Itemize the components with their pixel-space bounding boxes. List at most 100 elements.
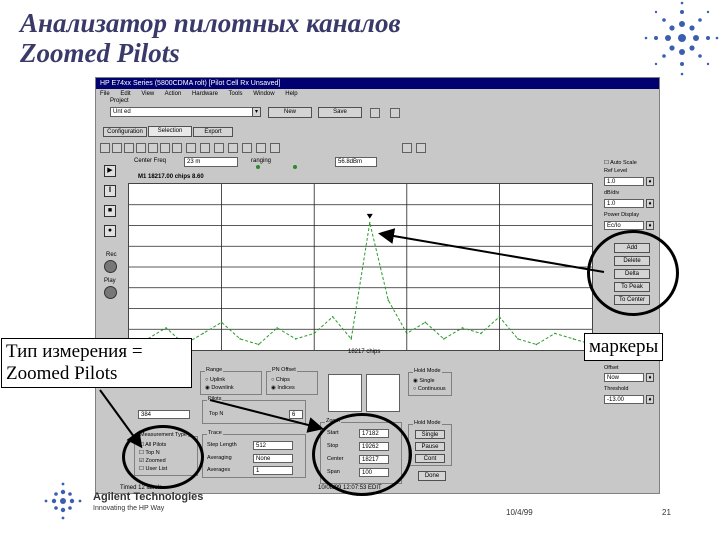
tab-configuration[interactable]: Configuration [103,127,147,137]
marker-readout: M1 18217.00 chips 8.60 [138,174,204,180]
pn-offset-group: PN Offset ○ Chips ◉ Indices [266,367,318,395]
db-div-stepper[interactable]: ♦ [646,199,654,208]
play-icon[interactable]: ▶ [104,165,116,177]
menu-edit[interactable]: Edit [120,91,130,97]
option-label: Chips [275,377,290,383]
threshold-stepper[interactable]: ♦ [646,395,654,404]
averaging-select[interactable]: None [253,454,293,463]
data-point [350,338,353,340]
toolbar-icon-11[interactable] [228,143,238,153]
save-button[interactable]: Save [318,107,362,118]
project-select[interactable]: Unt ed [110,107,260,117]
threshold-input[interactable]: -13.00 [604,395,644,404]
range-downlink-radio[interactable]: ◉ Downlink [205,385,234,391]
delete-icon[interactable] [390,108,400,118]
toolbar-icon-6[interactable] [160,143,170,153]
toolbar-icon-14[interactable] [270,143,280,153]
hold-pause-button[interactable]: Pause [415,442,445,451]
menu-view[interactable]: View [141,91,154,97]
play-knob[interactable] [104,286,117,299]
status-led-2 [293,165,297,169]
autoscale-checkbox[interactable]: ☐ Auto Scale [604,160,637,166]
trigger-title: Hold Mode [413,368,442,374]
toolbar-icon-12[interactable] [242,143,252,153]
pn-indices-radio[interactable]: ◉ Indices [271,385,295,391]
menu-help[interactable]: Help [285,91,297,97]
toolbar-icon-7[interactable] [172,143,182,153]
data-point [202,332,204,335]
step-length-input[interactable]: 512 [253,441,293,450]
toolbar-icon-13[interactable] [256,143,266,153]
measurement-callout-line-2: Zoomed Pilots [6,363,118,384]
pn-offset-title: PN Offset [271,367,297,373]
toolbar-icon-5[interactable] [148,143,158,153]
data-point [572,338,575,340]
ref-level-label: Ref Level [604,168,628,174]
data-point [424,321,427,324]
data-point [554,332,556,335]
trigger-single-radio[interactable]: ◉ Single [413,378,435,384]
toolbar-icon-15[interactable] [402,143,412,153]
data-point [498,316,501,318]
ref-level-input[interactable]: 1.0 [604,177,644,186]
power-display-select[interactable]: Ec/Io [604,221,644,230]
range-uplink-radio[interactable]: ○ Uplink [205,377,225,383]
toolbar-icon-1[interactable] [100,143,110,153]
tab-export[interactable]: Export [193,127,233,137]
project-label: Project [110,98,129,104]
top-n-input[interactable]: 6 [289,410,303,419]
threshold-label: Threshold [604,386,629,392]
measurement-type-callout: Тип измерения = Zoomed Pilots [1,338,192,388]
db-div-input[interactable]: 1.0 [604,199,644,208]
toolbar-icon-8[interactable] [186,143,196,153]
measurement-callout-line-1: Тип измерения = [6,341,143,362]
project-dropdown-button[interactable]: ▾ [252,107,261,117]
menu-action[interactable]: Action [165,91,182,97]
rec-knob[interactable] [104,260,117,273]
tab-selection[interactable]: Selection [148,126,192,137]
globe-icon[interactable] [200,143,210,153]
toolbar-icon-3[interactable] [124,143,134,153]
offset-select[interactable]: Now [604,373,644,382]
window-titlebar[interactable]: HP E74xx Series (5800CDMA rolt) [Pilot C… [96,78,659,89]
zoom-highlight-ellipse [312,413,412,496]
agilent-starburst-icon [644,1,719,76]
data-point [239,338,241,340]
stop-icon[interactable]: ■ [104,205,116,217]
menu-bar: File Edit View Action Hardware Tools Win… [96,89,659,99]
done-button[interactable]: Done [418,471,446,481]
pilot-chart [128,183,593,351]
hold-single-button[interactable]: Single [415,430,445,439]
pilots-count-input[interactable]: 384 [138,410,190,419]
menu-file[interactable]: File [100,91,110,97]
menu-tools[interactable]: Tools [229,91,243,97]
hold-cont-button[interactable]: Cont [415,454,445,463]
averaging-label: Averaging [207,455,232,461]
trigger-continuous-radio[interactable]: ○ Continuous [413,386,446,392]
option-label: Uplink [209,377,226,383]
menu-hardware[interactable]: Hardware [192,91,218,97]
pn-list-box[interactable] [328,374,362,412]
toolbar-icon-10[interactable] [214,143,224,153]
data-point [294,338,297,340]
toolbar-icon-2[interactable] [112,143,122,153]
ref-value-input[interactable]: 56.8dBm [335,157,377,167]
open-icon[interactable] [370,108,380,118]
rec-label: Rec [106,252,117,258]
pn-list-box-2[interactable] [366,374,400,412]
range-title: Range [205,367,224,373]
pn-chips-radio[interactable]: ○ Chips [271,377,290,383]
menu-window[interactable]: Window [253,91,274,97]
ref-level-stepper[interactable]: ♦ [646,177,654,186]
toolbar-icon-16[interactable] [416,143,426,153]
pause-icon[interactable]: ‖ [104,185,116,197]
power-display-stepper[interactable]: ♦ [646,221,654,230]
new-button[interactable]: New [268,107,312,118]
averages-input[interactable]: 1 [253,466,293,475]
trace-title: Trace [207,430,223,436]
option-label: Indices [277,385,295,391]
offset-stepper[interactable]: ♦ [646,373,654,382]
toolbar-icon-4[interactable] [136,143,146,153]
center-freq-input[interactable]: 23 m [184,157,238,167]
record-icon[interactable]: ● [104,225,116,237]
